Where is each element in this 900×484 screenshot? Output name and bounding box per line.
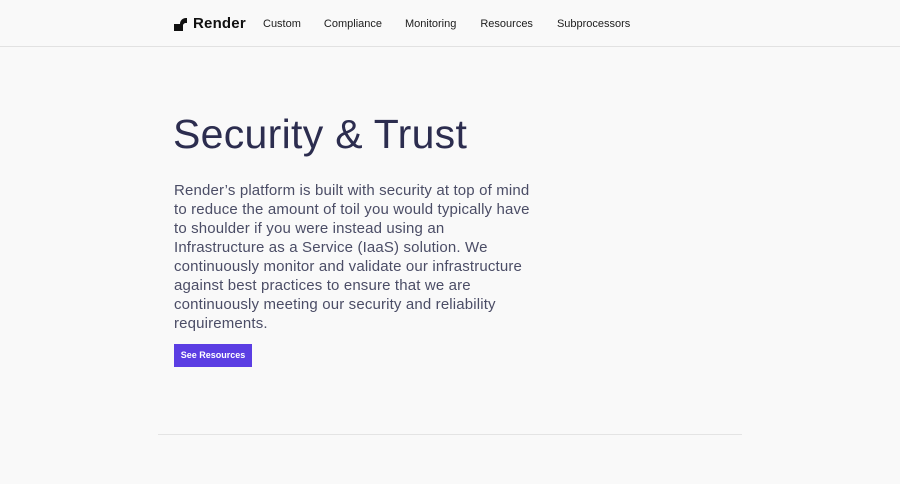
site-header: Render Custom Compliance Monitoring Reso… [0,0,900,47]
nav-item-custom[interactable]: Custom [263,17,301,31]
render-logo-icon [174,17,187,31]
main-nav: Custom Compliance Monitoring Resources S… [263,17,630,31]
section-divider [158,434,742,435]
see-resources-button[interactable]: See Resources [174,344,252,367]
nav-item-resources[interactable]: Resources [480,17,533,31]
nav-item-subprocessors[interactable]: Subprocessors [557,17,630,31]
logo-text: Render [193,15,246,32]
page-description: Render’s platform is built with security… [174,182,530,332]
nav-item-monitoring[interactable]: Monitoring [405,17,456,31]
logo-link[interactable]: Render [174,16,246,32]
page-title: Security & Trust [173,111,468,157]
nav-item-compliance[interactable]: Compliance [324,17,382,31]
